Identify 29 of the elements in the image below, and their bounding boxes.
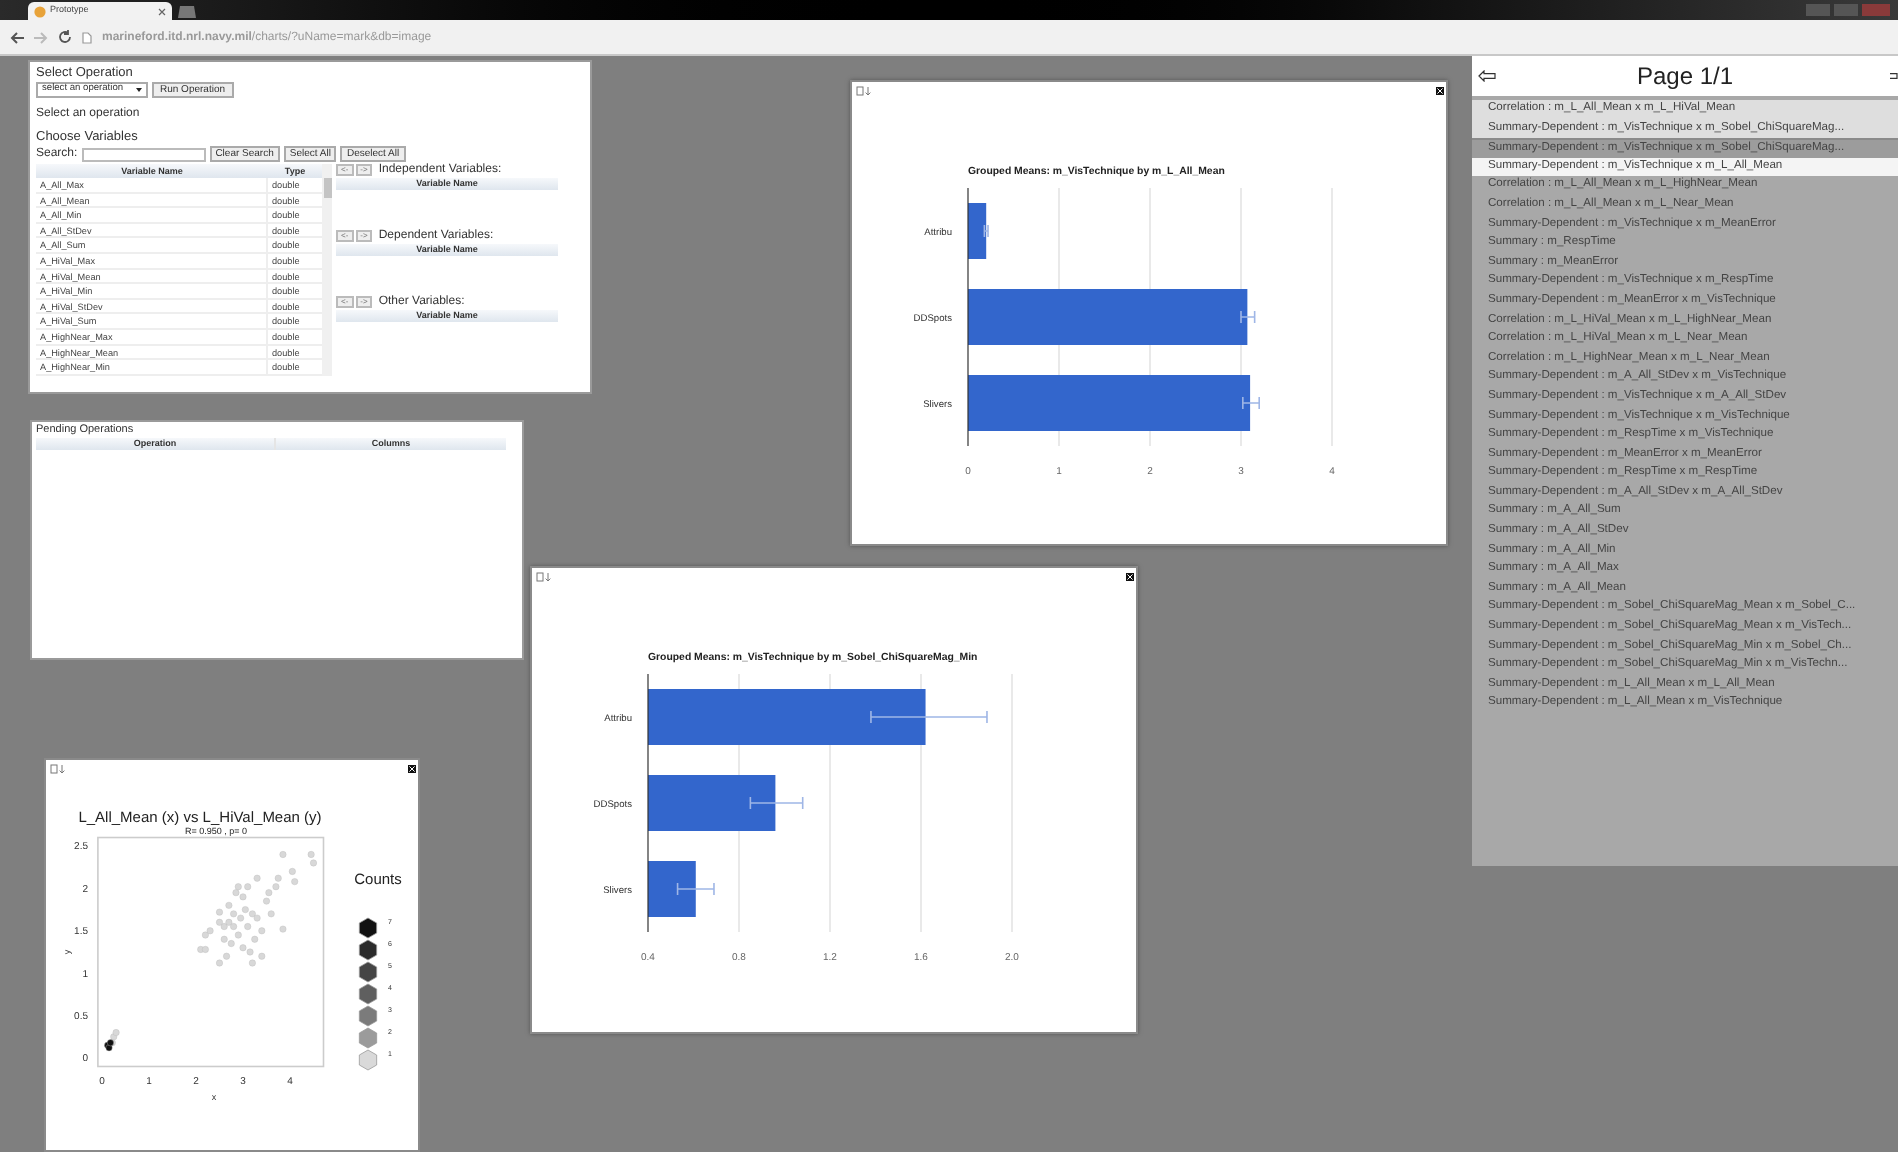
back-arrow-icon[interactable]	[1478, 70, 1496, 82]
move-icon[interactable]	[50, 764, 58, 774]
new-tab-icon[interactable]	[176, 6, 196, 18]
bar	[648, 861, 696, 917]
scrollbar[interactable]	[322, 164, 332, 376]
move-icon[interactable]	[536, 572, 544, 582]
error-bar	[870, 710, 988, 724]
error-bar	[1240, 310, 1256, 324]
search-field[interactable]	[81, 147, 206, 161]
reload-icon[interactable]	[58, 30, 72, 44]
caret-icon	[136, 88, 142, 92]
data-point	[288, 868, 296, 875]
back-icon[interactable]	[10, 31, 24, 43]
data-point	[279, 851, 287, 858]
page-icon	[82, 31, 92, 43]
resize-icon[interactable]	[865, 86, 871, 96]
resize-icon[interactable]	[59, 764, 65, 774]
favicon-icon	[34, 5, 46, 17]
move-icon[interactable]	[856, 86, 864, 96]
page-label: Page 1/1	[1636, 64, 1734, 88]
error-bar	[749, 796, 804, 810]
resize-icon[interactable]	[545, 572, 551, 582]
bar	[648, 775, 776, 831]
data-point	[291, 878, 299, 886]
data-point	[267, 910, 275, 918]
error-bar	[983, 224, 989, 238]
data-point	[279, 925, 287, 933]
error-bar	[1242, 396, 1260, 410]
error-bar	[676, 882, 715, 896]
